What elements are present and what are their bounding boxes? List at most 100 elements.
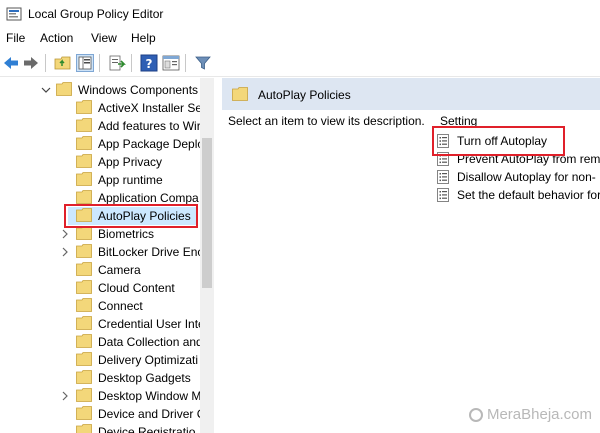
title-bar: Local Group Policy Editor bbox=[0, 0, 600, 28]
folder-icon bbox=[76, 226, 92, 240]
tree-item[interactable]: Credential User Inte bbox=[0, 315, 200, 333]
folder-icon bbox=[76, 100, 92, 114]
menu-help[interactable]: Help bbox=[131, 31, 156, 45]
tree-item-label: Data Collection and bbox=[98, 335, 200, 349]
export-list-icon[interactable] bbox=[108, 54, 126, 72]
toolbar-separator bbox=[131, 54, 132, 72]
tree-item-label: Desktop Window M bbox=[98, 389, 200, 403]
tree-item-label: Connect bbox=[98, 299, 143, 313]
details-header-title: AutoPlay Policies bbox=[258, 88, 351, 102]
tree-item-label: Add features to Wir bbox=[98, 119, 200, 133]
folder-icon bbox=[76, 172, 92, 186]
folder-icon bbox=[76, 280, 92, 294]
tree-item[interactable]: Desktop Window M bbox=[0, 387, 200, 405]
tree-item-label: Application Compa bbox=[98, 191, 199, 205]
toolbar-separator bbox=[45, 54, 46, 72]
tree-item-label: Biometrics bbox=[98, 227, 155, 241]
tree-item[interactable]: Device Registratio bbox=[0, 423, 200, 433]
tree-item[interactable]: ActiveX Installer Ser bbox=[0, 99, 200, 117]
policy-setting-label: Set the default behavior for bbox=[457, 188, 600, 202]
chevron-right-icon[interactable] bbox=[59, 228, 71, 240]
folder-icon bbox=[76, 406, 92, 420]
folder-icon bbox=[76, 118, 92, 132]
folder-icon bbox=[76, 352, 92, 366]
tree-item-label: Windows Components bbox=[78, 83, 199, 97]
watermark: MeraBheja.com bbox=[468, 406, 592, 423]
tree-item-windows-components[interactable]: Windows Components bbox=[0, 81, 200, 99]
menu-view[interactable]: View bbox=[91, 31, 117, 45]
tree-scrollbar-thumb[interactable] bbox=[202, 138, 212, 288]
up-folder-icon[interactable] bbox=[54, 54, 72, 72]
toolbar: ? bbox=[0, 49, 600, 77]
tree-item[interactable]: Delivery Optimizati bbox=[0, 351, 200, 369]
menu-action[interactable]: Action bbox=[40, 31, 73, 45]
tree-item[interactable]: Data Collection and bbox=[0, 333, 200, 351]
tree-item-label: Desktop Gadgets bbox=[98, 371, 191, 385]
tree-item-label: Device Registratio bbox=[98, 425, 196, 433]
help-icon[interactable]: ? bbox=[140, 54, 158, 72]
tree-item-label: App Package Deplo bbox=[98, 137, 200, 151]
folder-icon bbox=[76, 244, 92, 258]
properties-icon[interactable] bbox=[162, 54, 180, 72]
back-arrow-icon[interactable] bbox=[2, 54, 20, 72]
highlight-box-turn-off-autoplay bbox=[432, 126, 565, 156]
folder-icon bbox=[76, 262, 92, 276]
policy-setting-row[interactable]: Disallow Autoplay for non- bbox=[437, 168, 600, 186]
tree-item-label: Cloud Content bbox=[98, 281, 175, 295]
tree-scrollbar[interactable] bbox=[200, 78, 214, 433]
menu-bar: File Action View Help bbox=[0, 28, 600, 49]
tree-item[interactable]: App Package Deplo bbox=[0, 135, 200, 153]
tree-item[interactable]: Connect bbox=[0, 297, 200, 315]
tree-item-label: App runtime bbox=[98, 173, 163, 187]
window-title: Local Group Policy Editor bbox=[28, 7, 164, 21]
watermark-logo-icon bbox=[468, 407, 483, 422]
tree-item[interactable]: Device and Driver C bbox=[0, 405, 200, 423]
folder-icon bbox=[76, 334, 92, 348]
tree-item-label: Credential User Inte bbox=[98, 317, 200, 331]
folder-icon bbox=[232, 87, 248, 101]
folder-icon bbox=[76, 190, 92, 204]
policy-setting-label: Disallow Autoplay for non- bbox=[457, 170, 596, 184]
toolbar-separator bbox=[99, 54, 100, 72]
folder-icon bbox=[76, 424, 92, 433]
tree-item[interactable]: Add features to Wir bbox=[0, 117, 200, 135]
folder-icon bbox=[76, 298, 92, 312]
filter-icon[interactable] bbox=[194, 54, 212, 72]
show-hide-tree-icon[interactable] bbox=[76, 54, 94, 72]
group-policy-app-icon bbox=[6, 7, 22, 21]
chevron-down-icon[interactable] bbox=[40, 84, 52, 96]
tree-item-label: Camera bbox=[98, 263, 141, 277]
details-header: AutoPlay Policies bbox=[222, 78, 600, 110]
menu-file[interactable]: File bbox=[6, 31, 25, 45]
tree-item[interactable]: Cloud Content bbox=[0, 279, 200, 297]
tree-item-label: Delivery Optimizati bbox=[98, 353, 199, 367]
pane-divider[interactable] bbox=[214, 78, 222, 433]
forward-arrow-icon[interactable] bbox=[22, 54, 40, 72]
policy-setting-icon bbox=[437, 170, 449, 184]
description-prompt: Select an item to view its description. bbox=[228, 114, 425, 128]
tree-item[interactable]: Camera bbox=[0, 261, 200, 279]
folder-icon bbox=[76, 388, 92, 402]
tree-item[interactable]: App Privacy bbox=[0, 153, 200, 171]
tree-item-label: BitLocker Drive Enc bbox=[98, 245, 200, 259]
watermark-text: MeraBheja.com bbox=[486, 406, 592, 423]
tree-item[interactable]: BitLocker Drive Enc bbox=[0, 243, 200, 261]
tree-item-label: App Privacy bbox=[98, 155, 163, 169]
tree-item[interactable]: App runtime bbox=[0, 171, 200, 189]
svg-text:?: ? bbox=[146, 57, 153, 71]
policy-setting-row[interactable]: Set the default behavior for bbox=[437, 186, 600, 204]
navigation-tree: Windows Components ActiveX Installer Ser… bbox=[0, 78, 214, 433]
tree-item-label: Device and Driver C bbox=[98, 407, 200, 421]
chevron-right-icon[interactable] bbox=[59, 246, 71, 258]
folder-icon bbox=[76, 136, 92, 150]
chevron-right-icon[interactable] bbox=[59, 390, 71, 402]
toolbar-separator bbox=[185, 54, 186, 72]
folder-open-icon bbox=[56, 82, 72, 96]
highlight-box-autoplay-folder bbox=[64, 204, 198, 228]
folder-icon bbox=[76, 370, 92, 384]
folder-icon bbox=[76, 316, 92, 330]
tree-item[interactable]: Desktop Gadgets bbox=[0, 369, 200, 387]
policy-setting-icon bbox=[437, 188, 449, 202]
tree-item-label: ActiveX Installer Ser bbox=[98, 101, 200, 115]
folder-icon bbox=[76, 154, 92, 168]
